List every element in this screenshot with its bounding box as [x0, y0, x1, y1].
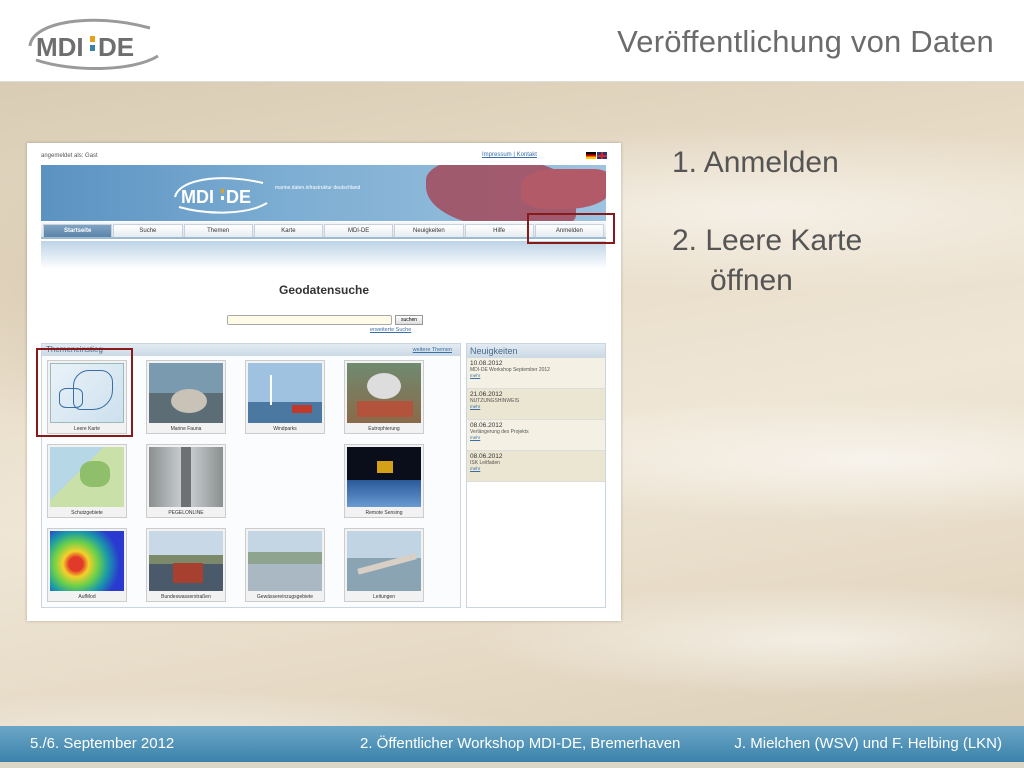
portal-screenshot: angemeldet als: Gast Impressum | Kontakt… — [27, 143, 621, 621]
satellite-photo — [347, 447, 421, 507]
advanced-search-link[interactable]: erweiterte Suche — [370, 327, 411, 333]
protected-areas-map — [50, 447, 124, 507]
tile-label: Schutzgebiete — [71, 510, 103, 516]
tile-label: Remote Sensing — [365, 510, 403, 516]
uk-flag-icon[interactable] — [597, 152, 607, 159]
step-2: 2. Leere Karte öffnen — [672, 221, 862, 301]
news-date: 10.08.2012 — [470, 360, 503, 367]
tile-eutrophierung[interactable]: Eutrophierung — [344, 360, 424, 434]
portal-navbar: Startseite Suche Themen Karte MDI-DE Neu… — [41, 222, 606, 239]
tile-schutzgebiete[interactable]: Schutzgebiete — [47, 444, 127, 518]
nav-shadow — [41, 241, 606, 269]
tile-leitungen[interactable]: Leitungen — [344, 528, 424, 602]
pipeline-photo — [347, 531, 421, 591]
nav-neuigkeiten[interactable]: Neuigkeiten — [394, 224, 464, 237]
ship-photo — [149, 531, 223, 591]
slide-footer: 5./6. September 2012 2. Öffentlicher Wor… — [0, 726, 1024, 762]
search-input[interactable] — [227, 315, 392, 325]
news-item[interactable]: 10.08.2012 MDI-DE Workshop September 201… — [467, 358, 605, 389]
news-more-link[interactable]: mehr — [470, 373, 602, 378]
geodatensuche-title: Geodatensuche — [278, 283, 370, 297]
tile-label: Leitungen — [373, 594, 395, 600]
map-graphic — [521, 169, 606, 209]
news-date: 08.06.2012 — [470, 453, 503, 460]
tile-label: Eutrophierung — [368, 426, 400, 432]
banner-tagline: marine.daten.infrastruktur deutschland — [275, 185, 361, 191]
top-links[interactable]: Impressum | Kontakt — [482, 152, 537, 158]
svg-text:MDI: MDI — [36, 32, 84, 62]
svg-text:DE: DE — [226, 187, 251, 207]
leere-karte-highlight — [36, 348, 133, 437]
news-more-link[interactable]: mehr — [470, 466, 602, 471]
nav-karte[interactable]: Karte — [253, 224, 323, 237]
slide-title: Veröffentlichung von Daten — [617, 24, 994, 59]
news-date: 08.06.2012 — [470, 422, 503, 429]
slide-header: MDI DE Veröffentlichung von Daten — [0, 0, 1024, 82]
news-more-link[interactable]: mehr — [470, 404, 602, 409]
svg-text:DE: DE — [98, 32, 134, 62]
step-2-line1: 2. Leere Karte — [672, 224, 863, 257]
tile-windparks[interactable]: Windparks — [245, 360, 325, 434]
nav-themen[interactable]: Themen — [183, 224, 253, 237]
tile-label: Bundeswasserstraßen — [161, 594, 211, 600]
tile-marine-fauna[interactable]: Marine Fauna — [146, 360, 226, 434]
tile-bundeswasserstrassen[interactable]: Bundeswasserstraßen — [146, 528, 226, 602]
gauge-photo — [149, 447, 223, 507]
tile-gewaessereinzugsgebiete[interactable]: Gewässereinzugsgebiete — [245, 528, 325, 602]
footer-date: 5./6. September 2012 — [30, 735, 175, 752]
tile-label: AufMod — [78, 594, 96, 600]
news-panel: Neuigkeiten 10.08.2012 MDI-DE Workshop S… — [466, 343, 606, 608]
nav-mdi-de[interactable]: MDI-DE — [324, 224, 394, 237]
tile-pegelonline[interactable]: PEGELONLINE — [146, 444, 226, 518]
nav-hilfe[interactable]: Hilfe — [464, 224, 534, 237]
tile-remote-sensing[interactable]: Remote Sensing — [344, 444, 424, 518]
anmelden-highlight — [527, 213, 615, 244]
buoy-photo — [347, 363, 421, 423]
german-flag-icon[interactable] — [586, 152, 596, 159]
footer-bottom-strip — [0, 762, 1024, 768]
login-info: angemeldet als: Gast — [41, 153, 98, 159]
tile-label: Gewässereinzugsgebiete — [256, 594, 314, 600]
banner-logo: MDI DE — [174, 177, 268, 214]
nav-startseite[interactable]: Startseite — [43, 224, 113, 237]
svg-text:MDI: MDI — [181, 187, 214, 207]
seal-photo — [149, 363, 223, 423]
mdi-de-logo: MDI DE — [28, 18, 159, 70]
news-date: 21.06.2012 — [470, 391, 503, 398]
windpark-photo — [248, 363, 322, 423]
portal-banner: MDI DE marine.daten.infrastruktur deutsc… — [41, 165, 606, 221]
footer-event: 2. Öffentlicher Workshop MDI-DE, Bremerh… — [360, 735, 681, 752]
footer-authors: J. Mielchen (WSV) und F. Helbing (LKN) — [734, 735, 1002, 752]
tile-label: PEGELONLINE — [168, 510, 204, 516]
search-button[interactable]: suchen — [395, 315, 423, 325]
aufmod-map — [50, 531, 124, 591]
nav-suche[interactable]: Suche — [113, 224, 183, 237]
news-item[interactable]: 08.06.2012 Verlängerung des Projekts meh… — [467, 420, 605, 451]
tile-label: Windparks — [273, 426, 297, 432]
more-themes-link[interactable]: weitere Themen — [413, 347, 452, 353]
news-item[interactable]: 08.06.2012 ISK Leitfaden mehr — [467, 451, 605, 482]
step-1: 1. Anmelden — [672, 146, 839, 179]
step-2-line2: öffnen — [710, 264, 793, 297]
news-title: Neuigkeiten — [467, 344, 605, 358]
steps-list: 1. Anmelden 2. Leere Karte öffnen — [672, 143, 862, 339]
news-more-link[interactable]: mehr — [470, 435, 602, 440]
tile-aufmod[interactable]: AufMod — [47, 528, 127, 602]
tile-label: Marine Fauna — [170, 426, 202, 432]
river-photo — [248, 531, 322, 591]
news-item[interactable]: 21.06.2012 NUTZUNGSHINWEIS mehr — [467, 389, 605, 420]
